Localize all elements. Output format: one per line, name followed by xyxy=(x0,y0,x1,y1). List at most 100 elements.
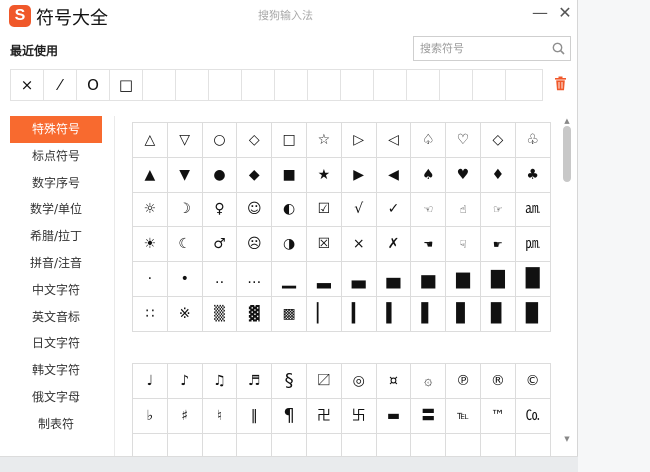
recent-symbol-cell[interactable] xyxy=(242,70,275,100)
symbol-cell[interactable]: ▅ xyxy=(411,262,447,297)
symbol-cell[interactable]: ♀ xyxy=(202,192,238,228)
symbol-cell[interactable] xyxy=(377,433,412,456)
recent-symbol-cell[interactable] xyxy=(506,70,542,100)
close-button[interactable]: ✕ xyxy=(557,2,573,24)
recent-symbol-cell[interactable] xyxy=(176,70,209,100)
symbol-cell[interactable]: ✗ xyxy=(376,227,412,263)
symbol-cell[interactable]: ¤ xyxy=(376,364,412,399)
minimize-button[interactable]: — xyxy=(532,2,548,24)
symbol-cell[interactable]: ▬ xyxy=(376,398,412,434)
symbol-cell[interactable]: ♬ xyxy=(237,364,273,399)
symbol-cell[interactable]: ☒ xyxy=(306,227,342,263)
symbol-cell[interactable]: ▌ xyxy=(411,296,447,332)
search-box[interactable] xyxy=(413,36,571,61)
symbol-cell[interactable]: ◇ xyxy=(237,123,273,158)
symbol-cell[interactable]: © xyxy=(515,364,551,399)
recent-symbol-cell[interactable]: O xyxy=(77,70,110,100)
symbol-cell[interactable]: ☛ xyxy=(480,227,516,263)
symbol-cell[interactable]: ♯ xyxy=(167,398,203,434)
symbol-cell[interactable] xyxy=(481,433,516,456)
symbol-cell[interactable]: … xyxy=(237,262,273,297)
symbol-cell[interactable]: ▉ xyxy=(515,296,551,332)
symbol-cell[interactable]: ‖ xyxy=(237,398,273,434)
symbol-cell[interactable]: ♥ xyxy=(446,157,481,193)
sidebar-item[interactable]: 英文音标 xyxy=(10,304,102,331)
recent-symbol-cell[interactable] xyxy=(440,70,473,100)
sidebar-item[interactable]: 日文字符 xyxy=(10,330,102,357)
symbol-cell[interactable]: ™ xyxy=(480,398,516,434)
symbol-cell[interactable]: ◎ xyxy=(341,364,377,399)
recent-symbol-cell[interactable] xyxy=(407,70,440,100)
symbol-cell[interactable]: ▃ xyxy=(341,262,377,297)
symbol-cell[interactable]: ㏇ xyxy=(515,398,551,434)
symbol-cell[interactable]: ★ xyxy=(306,157,342,193)
symbol-cell[interactable]: • xyxy=(167,262,203,297)
symbol-cell[interactable]: ♪ xyxy=(167,364,203,399)
search-input[interactable] xyxy=(414,37,544,60)
symbol-cell[interactable]: ☀ xyxy=(133,227,168,263)
sidebar-item[interactable]: 中文字符 xyxy=(10,277,102,304)
symbol-cell[interactable]: ▩ xyxy=(272,296,307,332)
recent-symbol-cell[interactable] xyxy=(341,70,374,100)
symbol-cell[interactable] xyxy=(272,433,307,456)
symbol-cell[interactable]: ▏ xyxy=(306,296,342,332)
symbol-cell[interactable]: ㏘ xyxy=(515,227,551,263)
symbol-cell[interactable] xyxy=(342,433,377,456)
scroll-down-arrow-icon[interactable]: ▼ xyxy=(561,434,573,444)
symbol-cell[interactable]: ○ xyxy=(202,123,238,158)
symbol-cell[interactable]: ▶ xyxy=(341,157,377,193)
symbol-cell[interactable]: × xyxy=(341,227,377,263)
symbol-cell[interactable]: █ xyxy=(515,262,551,297)
symbol-cell[interactable]: ▄ xyxy=(376,262,412,297)
symbol-cell[interactable]: ● xyxy=(202,157,238,193)
scroll-up-arrow-icon[interactable]: ▲ xyxy=(561,116,573,126)
symbol-cell[interactable]: ※ xyxy=(167,296,203,332)
sidebar-item[interactable]: 韩文字符 xyxy=(10,357,102,384)
symbol-cell[interactable]: ✓ xyxy=(376,192,412,228)
symbol-cell[interactable] xyxy=(516,433,551,456)
symbol-cell[interactable]: ▎ xyxy=(341,296,377,332)
symbol-cell[interactable] xyxy=(168,433,203,456)
symbol-cell[interactable]: ☝ xyxy=(446,192,481,228)
sidebar-item[interactable]: 制表符 xyxy=(10,411,102,438)
recent-symbol-cell[interactable] xyxy=(374,70,407,100)
symbol-cell[interactable]: □ xyxy=(272,123,307,158)
symbol-cell[interactable]: ♦ xyxy=(480,157,516,193)
symbol-cell[interactable]: ■ xyxy=(272,157,307,193)
symbol-cell[interactable]: ☼ xyxy=(133,192,168,228)
symbol-cell[interactable] xyxy=(133,433,168,456)
sidebar-item[interactable]: 标点符号 xyxy=(10,143,102,170)
symbol-cell[interactable]: ◐ xyxy=(272,192,307,228)
symbol-cell[interactable]: ‥ xyxy=(202,262,238,297)
symbol-cell[interactable]: ♩ xyxy=(133,364,168,399)
symbol-cell[interactable]: ☜ xyxy=(411,192,447,228)
symbol-cell[interactable]: ▍ xyxy=(376,296,412,332)
symbol-cell[interactable] xyxy=(237,433,273,456)
symbol-cell[interactable]: ▁ xyxy=(272,262,307,297)
recent-symbol-cell[interactable]: ⁄ xyxy=(44,70,77,100)
symbol-cell[interactable]: ▂ xyxy=(306,262,342,297)
symbol-cell[interactable]: ♣ xyxy=(515,157,551,193)
recent-symbol-cell[interactable]: × xyxy=(11,70,44,100)
symbol-cell[interactable]: § xyxy=(272,364,307,399)
symbol-cell[interactable]: ▲ xyxy=(133,157,168,193)
symbol-cell[interactable]: · xyxy=(133,262,168,297)
sidebar-item[interactable]: 拼音/注音 xyxy=(10,250,102,277)
recent-symbol-cell[interactable] xyxy=(209,70,242,100)
trash-icon[interactable] xyxy=(554,76,567,91)
symbol-cell[interactable]: ♮ xyxy=(202,398,238,434)
symbol-cell[interactable]: √ xyxy=(341,192,377,228)
symbol-cell[interactable]: ◆ xyxy=(237,157,273,193)
symbol-cell[interactable]: ♡ xyxy=(446,123,481,158)
symbol-cell[interactable]: ☹ xyxy=(237,227,273,263)
sidebar-item[interactable]: 希腊/拉丁 xyxy=(10,223,102,250)
sidebar-item[interactable]: 数学/单位 xyxy=(10,196,102,223)
symbol-cell[interactable]: ◁ xyxy=(376,123,412,158)
symbol-cell[interactable]: ۞ xyxy=(411,364,447,399)
title-bar[interactable]: S 符号大全 搜狗输入法 — ✕ xyxy=(0,0,578,32)
symbol-cell[interactable]: ☟ xyxy=(446,227,481,263)
symbol-cell[interactable]: ¶ xyxy=(272,398,307,434)
symbol-cell[interactable]: ☾ xyxy=(167,227,203,263)
symbol-cell[interactable]: 〓 xyxy=(411,398,447,434)
symbol-cell[interactable]: ☆ xyxy=(306,123,342,158)
